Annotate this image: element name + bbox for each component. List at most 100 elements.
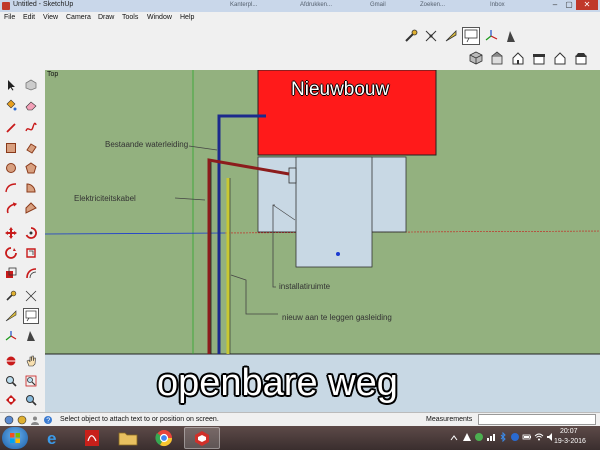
scale-icon[interactable]	[3, 245, 19, 261]
credits-icon[interactable]	[17, 415, 27, 425]
sketchup-taskbar-icon[interactable]	[184, 427, 220, 449]
measurements-input[interactable]	[478, 414, 596, 425]
electric-annotation[interactable]: Elektriciteitskabel	[74, 194, 136, 203]
tape-measure-icon[interactable]	[402, 27, 420, 45]
eraser-icon[interactable]	[23, 97, 39, 113]
offset-curve-icon[interactable]	[23, 265, 39, 281]
internet-explorer-icon[interactable]: e	[36, 427, 72, 449]
clock-time[interactable]: 20:07	[560, 428, 578, 435]
construction-toolbar	[400, 25, 525, 47]
scale-box-icon[interactable]	[3, 265, 19, 281]
back-view-icon[interactable]	[551, 49, 569, 67]
sync-icon[interactable]	[510, 432, 520, 442]
pushpull-icon[interactable]	[3, 200, 19, 216]
battery-icon[interactable]	[522, 432, 532, 442]
network-icon[interactable]	[486, 432, 496, 442]
menu-view[interactable]: View	[43, 14, 58, 21]
menu-file[interactable]: File	[4, 14, 15, 21]
menu-edit[interactable]: Edit	[23, 14, 35, 21]
dimension-icon[interactable]	[422, 27, 440, 45]
svg-text:e: e	[47, 429, 56, 447]
line-icon[interactable]	[3, 120, 19, 136]
zoom-icon[interactable]	[3, 373, 19, 389]
help-icon[interactable]: ?	[43, 415, 53, 425]
text-icon[interactable]	[462, 27, 480, 45]
installation-room-center	[295, 156, 373, 268]
windows-taskbar: e 20:07 19-3-2016	[0, 426, 600, 450]
rotated-rectangle-icon[interactable]	[23, 140, 39, 156]
security-icon[interactable]	[474, 432, 484, 442]
zoom-extents-icon[interactable]	[3, 392, 19, 408]
select-icon[interactable]	[3, 77, 19, 93]
menu-camera[interactable]: Camera	[66, 14, 91, 21]
gas-annotation[interactable]: nieuw aan te leggen gasleiding	[282, 313, 392, 322]
menu-window[interactable]: Window	[147, 14, 172, 21]
background-window-tabs: Kanterpl... Afdrukken... Gmail Zoeken...…	[220, 0, 550, 12]
follow-me-icon[interactable]	[23, 200, 39, 216]
dimension-icon-left[interactable]	[23, 288, 39, 304]
zoom-window-icon[interactable]	[23, 373, 39, 389]
tray-up-arrow-icon[interactable]	[450, 434, 458, 442]
menu-bar: File Edit View Camera Draw Tools Window …	[0, 12, 600, 24]
3d-text-icon[interactable]	[502, 27, 520, 45]
polygon-icon[interactable]	[23, 160, 39, 176]
right-view-icon[interactable]	[530, 49, 548, 67]
bg-tab: Kanterpl...	[230, 2, 258, 8]
top-view-icon[interactable]	[488, 49, 506, 67]
axes-icon-left[interactable]	[3, 328, 19, 344]
freehand-icon[interactable]	[23, 120, 39, 136]
file-explorer-icon[interactable]	[110, 427, 146, 449]
pie-icon[interactable]	[23, 180, 39, 196]
chrome-icon[interactable]	[146, 427, 182, 449]
offset-icon[interactable]	[23, 245, 39, 261]
minimize-button[interactable]: –	[548, 0, 562, 10]
paint-bucket-icon[interactable]	[3, 97, 19, 113]
action-center-icon[interactable]	[462, 432, 472, 442]
front-view-icon[interactable]	[509, 49, 527, 67]
orbit-icon[interactable]	[3, 353, 19, 369]
wifi-icon[interactable]	[534, 432, 544, 442]
left-view-icon[interactable]	[572, 49, 590, 67]
previous-view-icon[interactable]	[23, 392, 39, 408]
menu-tools[interactable]: Tools	[122, 14, 138, 21]
menu-help[interactable]: Help	[180, 14, 194, 21]
clock-date[interactable]: 19-3-2016	[554, 438, 586, 445]
axes-icon[interactable]	[482, 27, 500, 45]
building-label[interactable]: Nieuwbouw	[291, 79, 389, 101]
install-annotation[interactable]: installatiruimte	[279, 282, 330, 291]
circle-icon[interactable]	[3, 160, 19, 176]
status-message: Select object to attach text to or posit…	[60, 416, 219, 423]
3d-text-icon-left[interactable]	[23, 328, 39, 344]
gas-leader	[230, 274, 278, 315]
arc-icon[interactable]	[3, 180, 19, 196]
water-annotation[interactable]: Bestaande waterleiding	[105, 140, 188, 149]
window-title: Untitled - SketchUp	[13, 1, 74, 8]
iso-view-icon[interactable]	[467, 49, 485, 67]
road-label[interactable]: openbare weg	[157, 362, 398, 405]
make-component-icon[interactable]	[23, 77, 39, 93]
pdf-reader-icon[interactable]	[74, 427, 110, 449]
measurements-label: Measurements	[426, 416, 473, 423]
close-button[interactable]: ✕	[576, 0, 598, 10]
user-icon[interactable]	[30, 415, 40, 425]
text-icon-left[interactable]	[23, 308, 39, 324]
blue-axis	[45, 232, 226, 235]
bg-tab: Gmail	[370, 2, 386, 8]
bluetooth-icon[interactable]	[498, 432, 508, 442]
protractor-icon-left[interactable]	[3, 308, 19, 324]
rectangle-icon[interactable]	[3, 140, 19, 156]
center-marker	[336, 252, 340, 256]
tape-measure-icon-left[interactable]	[3, 288, 19, 304]
geo-location-icon[interactable]	[4, 415, 14, 425]
rotate-icon[interactable]	[23, 225, 39, 241]
maximize-button[interactable]: ▢	[562, 0, 576, 10]
drawing-viewport[interactable]: Top Nieuwbouw Bestaande waterleiding Ele…	[45, 70, 600, 412]
menu-draw[interactable]: Draw	[98, 14, 114, 21]
pan-icon[interactable]	[23, 353, 39, 369]
move-icon[interactable]	[3, 225, 19, 241]
view-label: Top	[47, 71, 59, 78]
start-button[interactable]	[2, 427, 28, 449]
protractor-icon[interactable]	[442, 27, 460, 45]
bg-tab: Zoeken...	[420, 2, 446, 8]
title-bar: Untitled - SketchUp Kanterpl... Afdrukke…	[0, 0, 600, 12]
